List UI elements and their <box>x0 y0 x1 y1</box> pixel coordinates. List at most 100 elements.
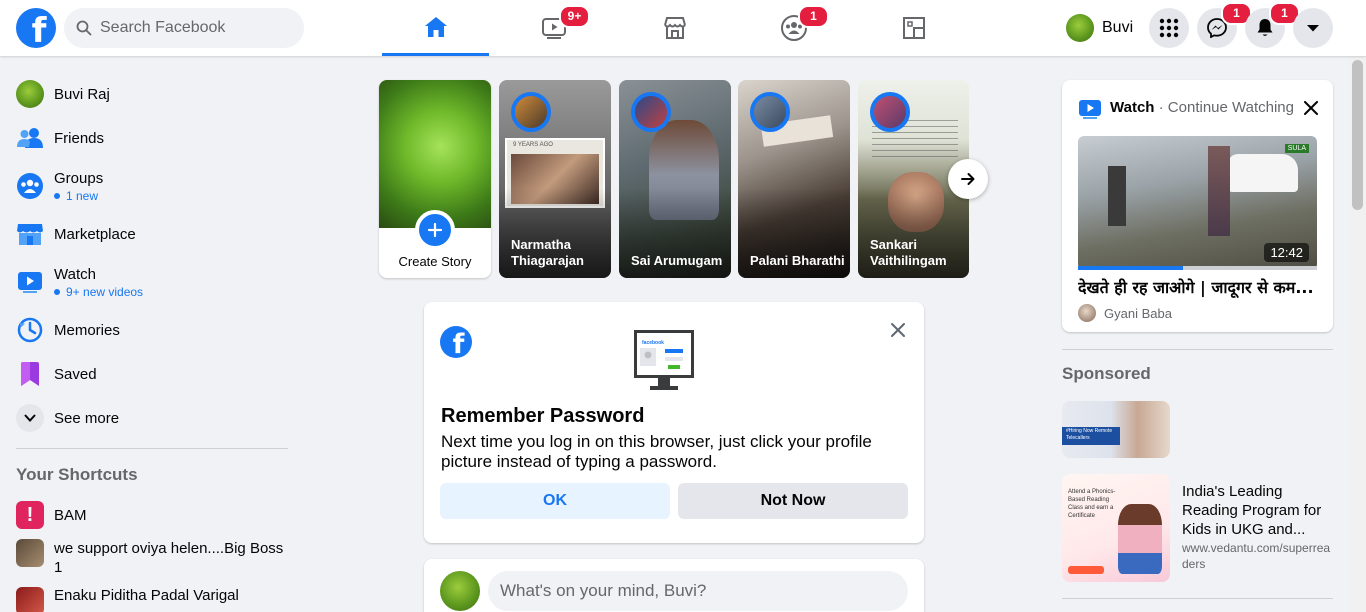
avatar <box>440 571 480 611</box>
left-sidebar: Buvi Raj Friends Groups 1 new Marketplac… <box>8 72 298 612</box>
sidebar-item-watch[interactable]: Watch 9+ new videos <box>8 256 298 308</box>
channel-avatar <box>1078 304 1096 322</box>
tab-marketplace[interactable] <box>621 0 728 56</box>
story-card[interactable]: Sai Arumugam <box>619 80 731 278</box>
account-menu-button[interactable] <box>1293 8 1333 48</box>
watch-title-text[interactable]: Watch <box>1110 99 1154 116</box>
sidebar-item-marketplace[interactable]: Marketplace <box>8 212 298 256</box>
shortcuts-title: Your Shortcuts <box>16 465 138 484</box>
add-story-button[interactable] <box>415 210 455 250</box>
close-button[interactable] <box>1299 96 1323 120</box>
sidebar-item-label: Friends <box>54 129 105 147</box>
not-now-button[interactable]: Not Now <box>678 483 908 519</box>
sidebar-item-groups[interactable]: Groups 1 new <box>8 160 298 212</box>
ad-thumb-text: Attend a Phonics-Based Reading Class and… <box>1068 489 1116 519</box>
story-author: Sankari Vaithilingam <box>870 237 947 268</box>
ad-url[interactable]: www.vedantu.com/superreaders <box>1182 540 1334 572</box>
ad-thumbnail[interactable]: Attend a Phonics-Based Reading Class and… <box>1062 474 1170 582</box>
video-title[interactable]: देखते ही रह जाओगे | जादूगर से कम... <box>1078 276 1318 298</box>
sidebar-item-label: Marketplace <box>54 225 136 243</box>
shortcut-item[interactable]: we support oviya helen....Big Boss 1 <box>8 537 298 587</box>
ok-button[interactable]: OK <box>440 483 670 519</box>
close-button[interactable] <box>886 318 910 342</box>
remember-password-card: f facebook Remember Password Next time y… <box>424 302 924 543</box>
groups-badge: 1 <box>798 5 829 28</box>
tab-home[interactable] <box>382 0 489 56</box>
sidebar-item-profile[interactable]: Buvi Raj <box>8 72 298 116</box>
avatar <box>1066 14 1094 42</box>
profile-name: Buvi <box>1102 19 1134 36</box>
grid-menu-icon <box>1159 18 1179 38</box>
scrollbar-thumb[interactable] <box>1352 60 1363 210</box>
stories-next-button[interactable] <box>948 159 988 199</box>
close-icon <box>1304 101 1318 115</box>
continue-watching-label: Continue Watching <box>1167 99 1294 116</box>
shortcut-item[interactable]: ! BAM <box>8 493 298 537</box>
shop-icon <box>663 17 686 39</box>
friends-icon <box>16 124 44 152</box>
story-author: Sai Arumugam <box>631 253 723 268</box>
shortcut-item[interactable]: Enaku Piditha Padal Varigal <box>8 587 298 612</box>
sidebar-item-sublabel: 1 new <box>54 189 103 203</box>
right-column-divider <box>1062 349 1333 350</box>
plus-icon <box>427 222 443 238</box>
story-author: Palani Bharathi <box>750 253 845 268</box>
group-thumbnail <box>16 587 44 612</box>
sponsored-title: Sponsored <box>1062 364 1151 383</box>
bam-logo: ! <box>16 501 44 529</box>
illustration-brand: facebook <box>642 340 664 346</box>
sidebar-item-friends[interactable]: Friends <box>8 116 298 160</box>
title-separator: · <box>1154 99 1168 116</box>
channel-row[interactable]: Gyani Baba <box>1078 304 1172 322</box>
story-card[interactable]: Palani Bharathi <box>738 80 850 278</box>
create-story-card[interactable]: Create Story <box>379 80 491 278</box>
shortcut-label: we support oviya helen....Big Boss 1 <box>54 540 284 576</box>
sidebar-item-see-more[interactable]: See more <box>8 396 298 440</box>
shop-icon <box>16 220 44 248</box>
shortcut-label: Enaku Piditha Padal Varigal <box>54 587 239 604</box>
sidebar-item-label: Saved <box>54 365 97 383</box>
tab-gaming[interactable] <box>860 0 967 56</box>
watch-badge: 9+ <box>559 5 590 28</box>
menu-button[interactable] <box>1149 8 1189 48</box>
watch-icon <box>1079 100 1101 119</box>
tab-groups[interactable]: 1 <box>740 0 847 56</box>
right-column-divider <box>1062 598 1333 599</box>
create-story-label: Create Story <box>398 254 472 269</box>
sidebar-item-label: Memories <box>54 321 120 339</box>
sidebar-item-memories[interactable]: Memories <box>8 308 298 352</box>
shortcut-label: BAM <box>54 506 87 524</box>
video-duration: 12:42 <box>1264 243 1309 262</box>
profile-chip[interactable]: Buvi <box>1062 12 1137 44</box>
notifications-button[interactable]: 1 <box>1245 2 1300 48</box>
video-thumbnail[interactable]: SULA 12:42 <box>1078 136 1317 270</box>
ad-thumbnail[interactable]: #Hiring Now Remote Telecallers <box>1062 401 1170 458</box>
video-progress-fill <box>1078 266 1184 270</box>
caret-down-icon <box>1307 25 1319 32</box>
ad-title[interactable]: India's Leading Reading Program for Kids… <box>1182 482 1332 539</box>
avatar <box>511 92 551 132</box>
search-input[interactable] <box>100 19 290 37</box>
scrollbar[interactable] <box>1349 56 1366 612</box>
bookmark-icon <box>16 360 44 388</box>
close-icon <box>891 323 905 337</box>
sidebar-item-sublabel: 9+ new videos <box>54 285 143 299</box>
clock-icon <box>16 316 44 344</box>
watch-card: Watch · Continue Watching SULA 12:42 देख… <box>1062 80 1333 332</box>
video-play-icon <box>16 268 44 296</box>
sidebar-item-saved[interactable]: Saved <box>8 352 298 396</box>
messenger-button[interactable]: 1 <box>1197 2 1252 48</box>
story-card[interactable]: 9 YEARS AGO Narmatha Thiagarajan <box>499 80 611 278</box>
chevron-down-icon <box>16 404 44 432</box>
card-body: Next time you log in on this browser, ju… <box>441 432 872 471</box>
facebook-logo[interactable]: f <box>16 8 56 48</box>
groups-icon <box>16 172 44 200</box>
top-navigation-bar: f 9+ 1 Buvi 1 1 <box>0 0 1366 56</box>
search-box[interactable] <box>64 8 304 48</box>
post-composer: What's on your mind, Buvi? <box>424 559 924 612</box>
profile-photo <box>379 80 491 228</box>
avatar <box>631 92 671 132</box>
composer-input[interactable]: What's on your mind, Buvi? <box>488 571 908 611</box>
facebook-logo: f <box>440 326 472 358</box>
tab-watch[interactable]: 9+ <box>500 0 607 56</box>
